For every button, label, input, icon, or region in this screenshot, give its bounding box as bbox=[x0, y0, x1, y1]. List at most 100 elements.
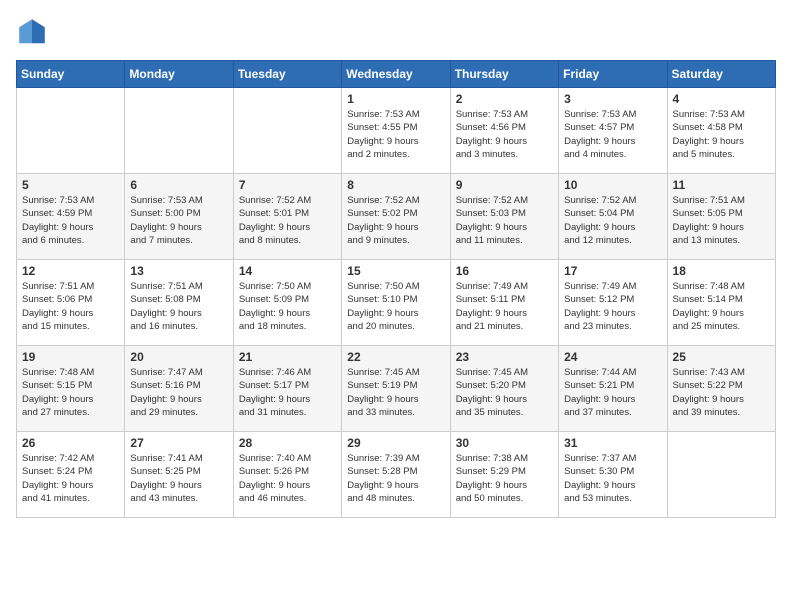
calendar-body: 1Sunrise: 7:53 AM Sunset: 4:55 PM Daylig… bbox=[17, 88, 776, 518]
calendar-cell: 13 Sunrise: 7:51 AM Sunset: 5:08 PM Dayli… bbox=[125, 260, 233, 346]
calendar-cell: 10 Sunrise: 7:52 AM Sunset: 5:04 PM Dayli… bbox=[559, 174, 667, 260]
weekday-header: Saturday bbox=[667, 61, 775, 88]
day-number: 27 bbox=[130, 436, 227, 450]
day-info: Sunrise: 7:53 AM Sunset: 4:56 PM Dayligh… bbox=[456, 108, 553, 161]
day-number: 5 bbox=[22, 178, 119, 192]
day-info: Sunrise: 7:37 AM Sunset: 5:30 PM Dayligh… bbox=[564, 452, 661, 505]
day-info: Sunrise: 7:45 AM Sunset: 5:20 PM Dayligh… bbox=[456, 366, 553, 419]
day-number: 17 bbox=[564, 264, 661, 278]
calendar-cell: 8Sunrise: 7:52 AM Sunset: 5:02 PM Daylig… bbox=[342, 174, 450, 260]
day-info: Sunrise: 7:52 AM Sunset: 5:02 PM Dayligh… bbox=[347, 194, 444, 247]
day-number: 9 bbox=[456, 178, 553, 192]
day-info: Sunrise: 7:47 AM Sunset: 5:16 PM Dayligh… bbox=[130, 366, 227, 419]
calendar-cell: 6 Sunrise: 7:53 AM Sunset: 5:00 PM Daylig… bbox=[125, 174, 233, 260]
day-info: Sunrise: 7:53 AM Sunset: 4:58 PM Dayligh… bbox=[673, 108, 770, 161]
calendar-cell: 16Sunrise: 7:49 AM Sunset: 5:11 PM Dayli… bbox=[450, 260, 558, 346]
calendar-cell: 20 Sunrise: 7:47 AM Sunset: 5:16 PM Dayli… bbox=[125, 346, 233, 432]
day-info: Sunrise: 7:52 AM Sunset: 5:01 PM Dayligh… bbox=[239, 194, 336, 247]
day-info: Sunrise: 7:49 AM Sunset: 5:12 PM Dayligh… bbox=[564, 280, 661, 333]
day-info: Sunrise: 7:46 AM Sunset: 5:17 PM Dayligh… bbox=[239, 366, 336, 419]
day-info: Sunrise: 7:48 AM Sunset: 5:15 PM Dayligh… bbox=[22, 366, 119, 419]
calendar-cell: 29Sunrise: 7:39 AM Sunset: 5:28 PM Dayli… bbox=[342, 432, 450, 518]
calendar-cell bbox=[125, 88, 233, 174]
day-info: Sunrise: 7:51 AM Sunset: 5:06 PM Dayligh… bbox=[22, 280, 119, 333]
calendar-cell: 19 Sunrise: 7:48 AM Sunset: 5:15 PM Dayli… bbox=[17, 346, 125, 432]
day-info: Sunrise: 7:51 AM Sunset: 5:08 PM Dayligh… bbox=[130, 280, 227, 333]
calendar-cell: 12 Sunrise: 7:51 AM Sunset: 5:06 PM Dayli… bbox=[17, 260, 125, 346]
day-number: 16 bbox=[456, 264, 553, 278]
weekday-header: Tuesday bbox=[233, 61, 341, 88]
weekday-header: Sunday bbox=[17, 61, 125, 88]
page-header bbox=[16, 16, 776, 48]
weekday-header: Friday bbox=[559, 61, 667, 88]
calendar-week-row: 19 Sunrise: 7:48 AM Sunset: 5:15 PM Dayli… bbox=[17, 346, 776, 432]
calendar-week-row: 1Sunrise: 7:53 AM Sunset: 4:55 PM Daylig… bbox=[17, 88, 776, 174]
day-info: Sunrise: 7:51 AM Sunset: 5:05 PM Dayligh… bbox=[673, 194, 770, 247]
calendar-cell: 11 Sunrise: 7:51 AM Sunset: 5:05 PM Dayli… bbox=[667, 174, 775, 260]
day-number: 20 bbox=[130, 350, 227, 364]
day-number: 12 bbox=[22, 264, 119, 278]
calendar-week-row: 26 Sunrise: 7:42 AM Sunset: 5:24 PM Dayli… bbox=[17, 432, 776, 518]
weekday-header: Monday bbox=[125, 61, 233, 88]
calendar-cell: 27 Sunrise: 7:41 AM Sunset: 5:25 PM Dayli… bbox=[125, 432, 233, 518]
day-info: Sunrise: 7:50 AM Sunset: 5:10 PM Dayligh… bbox=[347, 280, 444, 333]
weekday-header-row: SundayMondayTuesdayWednesdayThursdayFrid… bbox=[17, 61, 776, 88]
day-number: 23 bbox=[456, 350, 553, 364]
calendar-cell: 23 Sunrise: 7:45 AM Sunset: 5:20 PM Dayli… bbox=[450, 346, 558, 432]
day-number: 21 bbox=[239, 350, 336, 364]
logo-icon bbox=[16, 16, 48, 48]
day-number: 10 bbox=[564, 178, 661, 192]
day-info: Sunrise: 7:52 AM Sunset: 5:03 PM Dayligh… bbox=[456, 194, 553, 247]
calendar-header: SundayMondayTuesdayWednesdayThursdayFrid… bbox=[17, 61, 776, 88]
day-number: 19 bbox=[22, 350, 119, 364]
calendar-cell: 26 Sunrise: 7:42 AM Sunset: 5:24 PM Dayli… bbox=[17, 432, 125, 518]
calendar-cell: 4 Sunrise: 7:53 AM Sunset: 4:58 PM Daylig… bbox=[667, 88, 775, 174]
calendar-cell: 15Sunrise: 7:50 AM Sunset: 5:10 PM Dayli… bbox=[342, 260, 450, 346]
day-number: 28 bbox=[239, 436, 336, 450]
logo bbox=[16, 16, 52, 48]
day-info: Sunrise: 7:52 AM Sunset: 5:04 PM Dayligh… bbox=[564, 194, 661, 247]
calendar-cell: 2 Sunrise: 7:53 AM Sunset: 4:56 PM Daylig… bbox=[450, 88, 558, 174]
day-number: 18 bbox=[673, 264, 770, 278]
day-info: Sunrise: 7:38 AM Sunset: 5:29 PM Dayligh… bbox=[456, 452, 553, 505]
day-info: Sunrise: 7:48 AM Sunset: 5:14 PM Dayligh… bbox=[673, 280, 770, 333]
calendar-cell: 22 Sunrise: 7:45 AM Sunset: 5:19 PM Dayli… bbox=[342, 346, 450, 432]
day-number: 2 bbox=[456, 92, 553, 106]
day-number: 4 bbox=[673, 92, 770, 106]
day-info: Sunrise: 7:53 AM Sunset: 4:59 PM Dayligh… bbox=[22, 194, 119, 247]
calendar-cell bbox=[667, 432, 775, 518]
day-number: 1 bbox=[347, 92, 444, 106]
calendar-cell: 14Sunrise: 7:50 AM Sunset: 5:09 PM Dayli… bbox=[233, 260, 341, 346]
day-info: Sunrise: 7:53 AM Sunset: 4:57 PM Dayligh… bbox=[564, 108, 661, 161]
calendar-week-row: 12 Sunrise: 7:51 AM Sunset: 5:06 PM Dayli… bbox=[17, 260, 776, 346]
calendar-cell bbox=[17, 88, 125, 174]
day-number: 30 bbox=[456, 436, 553, 450]
calendar-cell: 7 Sunrise: 7:52 AM Sunset: 5:01 PM Daylig… bbox=[233, 174, 341, 260]
calendar-cell: 17 Sunrise: 7:49 AM Sunset: 5:12 PM Dayli… bbox=[559, 260, 667, 346]
day-info: Sunrise: 7:45 AM Sunset: 5:19 PM Dayligh… bbox=[347, 366, 444, 419]
day-number: 11 bbox=[673, 178, 770, 192]
calendar-cell: 1Sunrise: 7:53 AM Sunset: 4:55 PM Daylig… bbox=[342, 88, 450, 174]
calendar-cell: 24Sunrise: 7:44 AM Sunset: 5:21 PM Dayli… bbox=[559, 346, 667, 432]
day-info: Sunrise: 7:40 AM Sunset: 5:26 PM Dayligh… bbox=[239, 452, 336, 505]
day-info: Sunrise: 7:41 AM Sunset: 5:25 PM Dayligh… bbox=[130, 452, 227, 505]
day-number: 6 bbox=[130, 178, 227, 192]
day-number: 24 bbox=[564, 350, 661, 364]
calendar-cell: 3Sunrise: 7:53 AM Sunset: 4:57 PM Daylig… bbox=[559, 88, 667, 174]
weekday-header: Thursday bbox=[450, 61, 558, 88]
day-number: 26 bbox=[22, 436, 119, 450]
day-info: Sunrise: 7:39 AM Sunset: 5:28 PM Dayligh… bbox=[347, 452, 444, 505]
day-number: 13 bbox=[130, 264, 227, 278]
calendar-cell bbox=[233, 88, 341, 174]
weekday-header: Wednesday bbox=[342, 61, 450, 88]
calendar-cell: 31 Sunrise: 7:37 AM Sunset: 5:30 PM Dayli… bbox=[559, 432, 667, 518]
calendar-cell: 30 Sunrise: 7:38 AM Sunset: 5:29 PM Dayli… bbox=[450, 432, 558, 518]
day-info: Sunrise: 7:50 AM Sunset: 5:09 PM Dayligh… bbox=[239, 280, 336, 333]
day-number: 25 bbox=[673, 350, 770, 364]
day-number: 22 bbox=[347, 350, 444, 364]
calendar-cell: 9 Sunrise: 7:52 AM Sunset: 5:03 PM Daylig… bbox=[450, 174, 558, 260]
day-info: Sunrise: 7:42 AM Sunset: 5:24 PM Dayligh… bbox=[22, 452, 119, 505]
day-info: Sunrise: 7:53 AM Sunset: 5:00 PM Dayligh… bbox=[130, 194, 227, 247]
day-number: 31 bbox=[564, 436, 661, 450]
day-number: 7 bbox=[239, 178, 336, 192]
